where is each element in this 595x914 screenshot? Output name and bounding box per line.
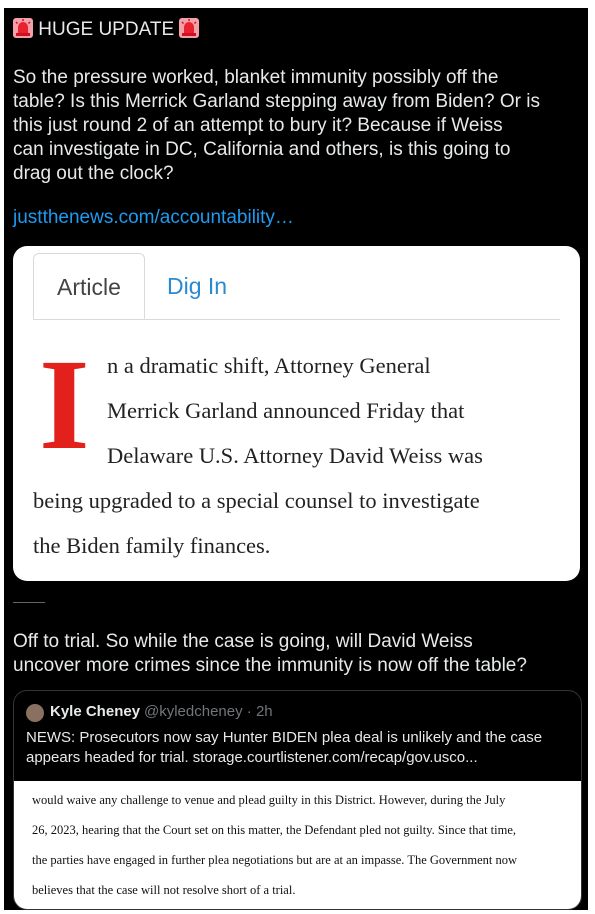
siren-icon	[179, 18, 200, 38]
article-line: n a dramatic shift, Attorney General	[107, 353, 431, 378]
post-headline: HUGE UPDATE	[38, 19, 175, 40]
drop-cap: I	[39, 333, 90, 477]
article-card[interactable]: Article Dig In I n a dramatic shift, Att…	[13, 246, 580, 581]
tab-article: Article	[33, 253, 145, 319]
post-body-line: So the pressure worked, blanket immunity…	[13, 67, 499, 88]
quoted-tweet-text: NEWS: Prosecutors now say Hunter BIDEN p…	[26, 728, 571, 768]
document-line: would waive any challenge to venue and p…	[32, 793, 506, 807]
article-link[interactable]: justthenews.com/accountability…	[13, 206, 294, 230]
quoted-author-handle: @kyledcheney · 2h	[144, 703, 273, 720]
article-line: Delaware U.S. Attorney David Weiss was	[107, 443, 483, 468]
document-line: the parties have engaged in further plea…	[32, 853, 518, 867]
tweet-thread: HUGE UPDATE So the pressure worked, blan…	[4, 8, 588, 910]
siren-icon	[13, 18, 33, 38]
quoted-text-line: NEWS: Prosecutors now say Hunter BIDEN p…	[26, 729, 543, 746]
article-tabs: Article Dig In	[33, 253, 560, 320]
post-body-line: drag out the clock?	[13, 163, 174, 184]
quoted-tweet[interactable]: Kyle Cheney @kyledcheney · 2h NEWS: Pros…	[13, 690, 582, 910]
tab-dig-in: Dig In	[167, 273, 228, 299]
article-line: being upgraded to a special counsel to i…	[33, 488, 480, 513]
quoted-text-line: appears headed for trial. storage.courtl…	[26, 749, 478, 766]
document-line: 26, 2023, hearing that the Court set on …	[32, 823, 517, 837]
quoted-author-name: Kyle Cheney	[50, 703, 141, 720]
post-headline-row: HUGE UPDATE	[13, 18, 579, 42]
thread-separator	[13, 602, 45, 603]
avatar	[26, 704, 44, 722]
post-body-line: this just round 2 of an attempt to bury …	[13, 115, 503, 136]
reply-line: Off to trial. So while the case is going…	[13, 631, 473, 652]
reply-line: uncover more crimes since the immunity i…	[13, 655, 527, 676]
court-document-image: would waive any challenge to venue and p…	[14, 781, 581, 909]
article-line: Merrick Garland announced Friday that	[107, 398, 465, 423]
post-body-line: can investigate in DC, California and ot…	[13, 139, 511, 160]
document-line: believes that the case will not resolve …	[32, 883, 296, 897]
article-line: the Biden family finances.	[33, 533, 271, 558]
post-body-line: table? Is this Merrick Garland stepping …	[13, 91, 540, 112]
